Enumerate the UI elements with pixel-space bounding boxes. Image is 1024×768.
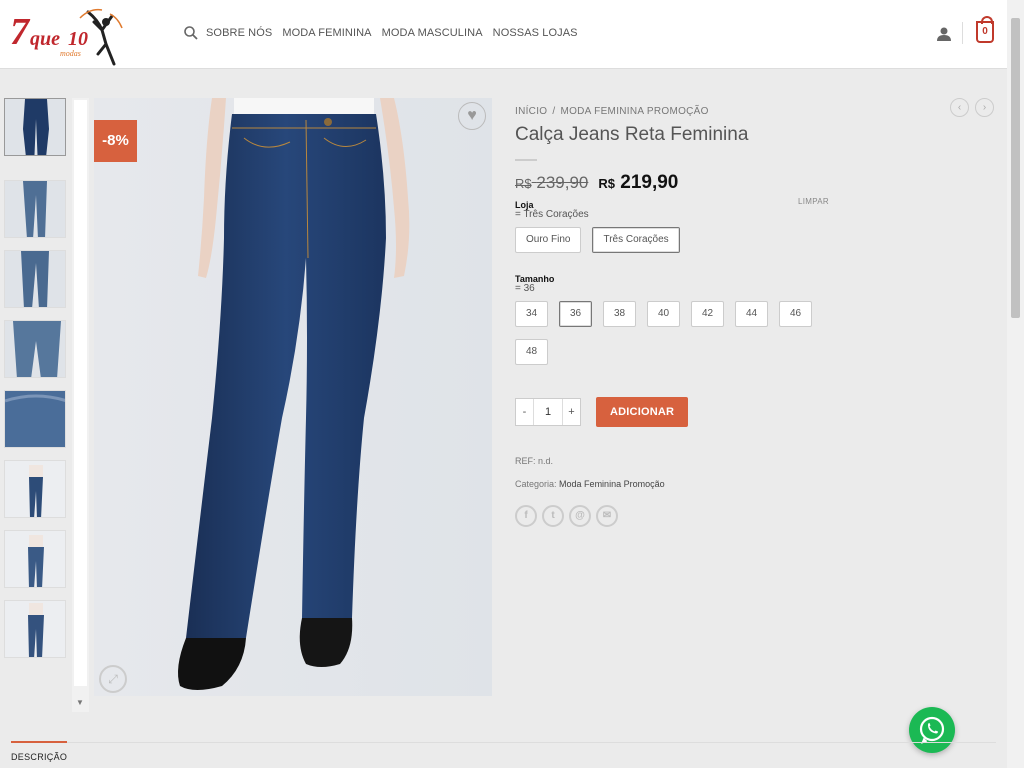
svg-text:7: 7 <box>10 11 31 53</box>
size-option-40[interactable]: 40 <box>647 301 680 327</box>
loja-selected-value: = Três Corações <box>515 209 589 220</box>
logo[interactable]: 7 que 10 modas <box>10 4 125 66</box>
scroll-down-arrow-icon[interactable]: ▼ <box>76 698 84 707</box>
size-option-36[interactable]: 36 <box>559 301 592 327</box>
cart-icon[interactable]: 0 <box>976 16 994 43</box>
category-label: Categoria: <box>515 479 557 489</box>
zoom-expand-icon[interactable]: ⤢ <box>99 665 127 693</box>
thumbnail-6[interactable] <box>4 460 66 518</box>
loja-option-ouro-fino[interactable]: Ouro Fino <box>515 227 582 253</box>
size-option-34[interactable]: 34 <box>515 301 548 327</box>
page-scrollbar-thumb[interactable] <box>1011 18 1020 318</box>
price: R$ 239,90 R$ 219,90 <box>515 172 995 194</box>
tabs-divider <box>11 742 996 743</box>
new-price: R$ 219,90 <box>598 172 678 194</box>
cart-count: 0 <box>982 26 988 37</box>
size-option-42[interactable]: 42 <box>691 301 724 327</box>
svg-text:10: 10 <box>68 28 88 50</box>
thumbnail-gallery: ▼ <box>4 98 89 712</box>
breadcrumb-separator: / <box>552 106 556 117</box>
wishlist-heart-icon[interactable]: ♥ <box>458 102 486 130</box>
facebook-icon[interactable]: f <box>515 505 537 527</box>
new-price-value: 219,90 <box>620 172 679 193</box>
main-product-image[interactable]: -8% ♥ ⤢ <box>94 98 492 696</box>
main-nav: SOBRE NÓS MODA FEMININA MODA MASCULINA N… <box>183 25 588 41</box>
svg-text:que: que <box>30 28 60 50</box>
whatsapp-icon[interactable] <box>909 707 955 753</box>
clear-selection-link[interactable]: LIMPAR <box>798 197 829 206</box>
twitter-icon[interactable]: t <box>542 505 564 527</box>
quantity-decrease-button[interactable]: - <box>516 399 533 425</box>
svg-text:modas: modas <box>60 49 81 58</box>
thumbnail-7[interactable] <box>4 530 66 588</box>
breadcrumb: INÍCIO / MODA FEMININA PROMOÇÃO <box>515 106 995 117</box>
new-price-currency: R$ <box>598 176 615 191</box>
product-photo <box>94 98 492 696</box>
product-category: Categoria: Moda Feminina Promoção <box>515 479 995 489</box>
size-option-38[interactable]: 38 <box>603 301 636 327</box>
breadcrumb-category[interactable]: MODA FEMININA PROMOÇÃO <box>560 106 708 117</box>
old-price-value: 239,90 <box>536 173 589 192</box>
add-to-cart-row: - 1 + ADICIONAR <box>515 397 995 427</box>
size-option-44[interactable]: 44 <box>735 301 768 327</box>
tab-descricao[interactable]: DESCRIÇÃO <box>11 741 67 762</box>
threads-icon[interactable]: @ <box>569 505 591 527</box>
next-product-icon[interactable]: › <box>975 98 994 117</box>
quantity-increase-button[interactable]: + <box>563 399 580 425</box>
discount-badge: -8% <box>94 120 137 162</box>
user-icon[interactable] <box>936 26 952 42</box>
title-divider <box>515 159 537 161</box>
share-buttons: f t @ ✉ <box>515 505 995 527</box>
product-ref: REF: n.d. <box>515 456 554 466</box>
loja-option-tres-coracoes[interactable]: Três Corações <box>592 227 680 253</box>
thumbnail-scrollbar-thumb[interactable] <box>74 100 87 686</box>
product-title: Calça Jeans Reta Feminina <box>515 124 749 145</box>
thumbnail-4[interactable] <box>4 320 66 378</box>
old-price: R$ 239,90 <box>515 173 588 193</box>
tab-descricao-label: DESCRIÇÃO <box>11 752 68 762</box>
thumbnail-2[interactable] <box>4 180 66 238</box>
add-to-cart-button[interactable]: ADICIONAR <box>596 397 689 427</box>
old-price-currency: R$ <box>515 176 532 191</box>
page-scrollbar[interactable] <box>1007 0 1024 768</box>
nav-moda-masculina[interactable]: MODA MASCULINA <box>382 27 483 39</box>
nav-nossas-lojas[interactable]: NOSSAS LOJAS <box>493 27 578 39</box>
quantity-stepper: - 1 + <box>515 398 581 426</box>
nav-moda-feminina[interactable]: MODA FEMININA <box>282 27 371 39</box>
breadcrumb-home[interactable]: INÍCIO <box>515 106 547 117</box>
site-header: 7 que 10 modas SOBRE NÓS MODA FEMININA M… <box>0 0 1007 69</box>
header-divider <box>962 22 963 44</box>
thumbnail-3[interactable] <box>4 250 66 308</box>
previous-product-icon[interactable]: ‹ <box>950 98 969 117</box>
size-option-46[interactable]: 46 <box>779 301 812 327</box>
product-info: INÍCIO / MODA FEMININA PROMOÇÃO Calça Jean… <box>515 98 995 527</box>
tamanho-label: Tamanho <box>515 274 555 284</box>
thumbnail-scrollbar[interactable]: ▼ <box>72 98 89 712</box>
tamanho-selected-value: = 36 <box>515 283 535 294</box>
nav-sobre-nos[interactable]: SOBRE NÓS <box>206 27 272 39</box>
thumbnail-5[interactable] <box>4 390 66 448</box>
thumbnail-1[interactable] <box>4 98 66 156</box>
category-link[interactable]: Moda Feminina Promoção <box>559 479 665 489</box>
loja-options: Ouro Fino Três Corações <box>515 227 995 265</box>
quantity-input[interactable]: 1 <box>533 399 563 425</box>
email-icon[interactable]: ✉ <box>596 505 618 527</box>
size-options: 34 36 38 40 42 44 46 48 <box>515 301 835 377</box>
thumbnail-8[interactable] <box>4 600 66 658</box>
search-icon[interactable] <box>183 25 199 41</box>
size-option-48[interactable]: 48 <box>515 339 548 365</box>
